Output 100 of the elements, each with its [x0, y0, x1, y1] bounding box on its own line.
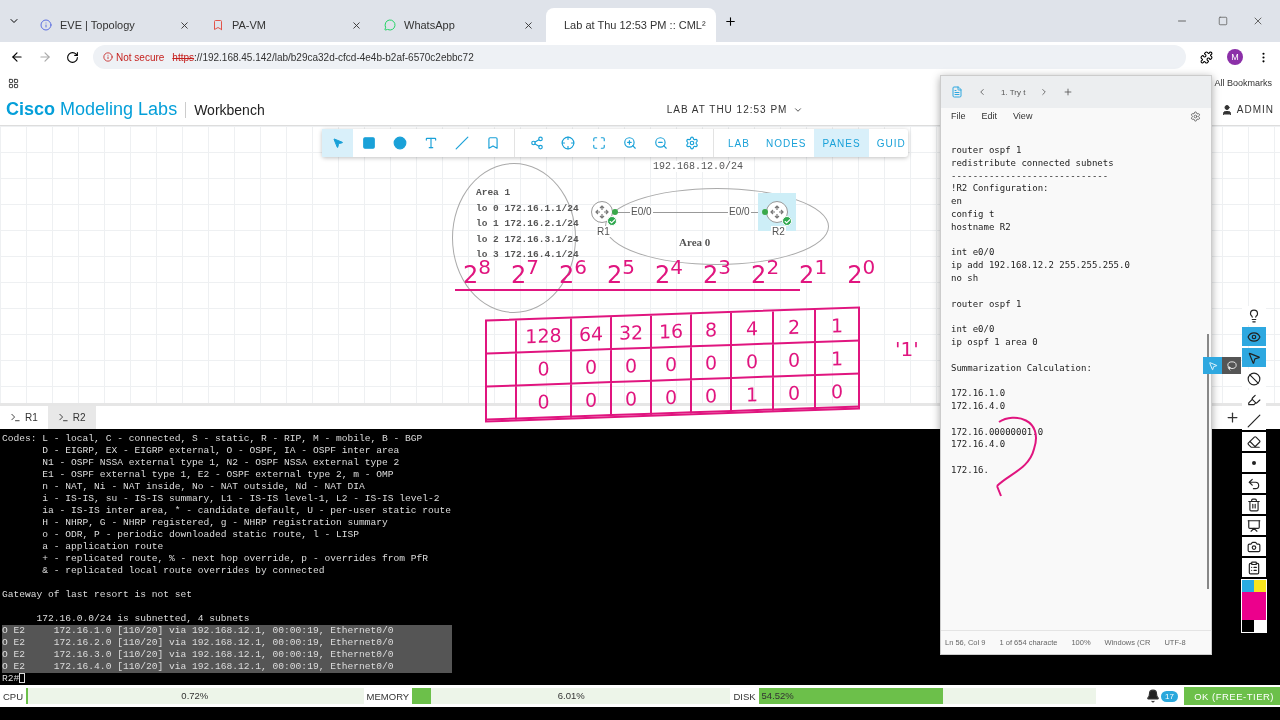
editor-line: Summarization Calculation:	[951, 361, 1093, 375]
terminal-line: E1 - OSPF external type 1, E2 - OSPF external type 2, m - OMP	[41, 469, 394, 481]
eraser-icon	[1247, 434, 1261, 449]
color-swatch[interactable]	[1242, 620, 1254, 632]
notepad-tab[interactable]: 1. Try t	[1001, 87, 1026, 97]
editor-line: config t	[951, 208, 996, 221]
undo-pen-tool[interactable]	[1242, 474, 1266, 493]
handwritten-power: 2$^{3}$	[703, 255, 732, 289]
editor-line: 172.16.1.0	[951, 387, 1007, 400]
handwritten-power: 2$^{5}$	[607, 255, 636, 289]
handwritten-bit: 0	[572, 350, 612, 385]
terminal-line: + - replicated route, % - next hop override, p - overrides from PfR	[41, 553, 429, 565]
trash-pen-tool[interactable]	[1242, 495, 1266, 514]
tab-title: PA-VM	[232, 19, 268, 31]
clipboard-pen-tool[interactable]	[1242, 558, 1266, 577]
menu-item[interactable]: View	[1013, 111, 1033, 121]
url-text: https://192.168.45.142/lab/b29ca32d-cfcd-4e4b-b2af-6570c2ebbc72	[172, 51, 474, 63]
line-icon	[454, 136, 469, 150]
crosshair-icon	[560, 136, 575, 150]
meter-label: MEMORY	[365, 690, 411, 702]
color-swatch[interactable]	[1254, 580, 1266, 592]
user-menu[interactable]: ADMIN	[1220, 103, 1274, 116]
browser-tab[interactable]: PA-VM	[202, 8, 372, 42]
pointer-pen-tool[interactable]	[1242, 348, 1266, 367]
line-icon	[1247, 413, 1261, 428]
close-icon[interactable]	[523, 19, 534, 31]
browser-tab[interactable]: Lab at Thu 12:53 PM :: CML²	[546, 8, 716, 42]
browser-tab[interactable]: EVE | Topology	[30, 8, 200, 42]
terminal-icon	[57, 412, 69, 423]
terminal-line: Codes: L - local, C - connected, S - static, R - RIP, M - mobile, B - BGP	[2, 433, 423, 445]
meter-reading: 6.01%	[556, 690, 586, 701]
tab-title: EVE | Topology	[60, 19, 136, 31]
lab-title-menu[interactable]: LAB AT THU 12:53 PM	[666, 104, 804, 115]
router-icon	[595, 205, 609, 219]
eraser-pen-tool[interactable]	[1242, 432, 1266, 451]
terminal-line: 172.16.0.0/24 is subnetted, 4 subnets	[35, 613, 250, 625]
bell-icon[interactable]	[1146, 689, 1161, 703]
undo-icon	[1247, 476, 1261, 491]
browser-tab[interactable]: WhatsApp	[374, 8, 544, 42]
previous-tab-icon[interactable]	[977, 87, 987, 97]
editor-line: router ospf 1	[951, 297, 1023, 311]
handwritten-value: 2	[774, 310, 816, 345]
reload-icon[interactable]	[66, 50, 79, 64]
close-icon[interactable]	[179, 19, 190, 31]
ellipse-icon	[392, 136, 407, 150]
settings-icon[interactable]	[1190, 110, 1201, 122]
handwritten-bit: 0	[652, 380, 692, 415]
forward-icon[interactable]	[38, 50, 52, 64]
eye-pen-tool[interactable]	[1242, 327, 1266, 346]
terminal-line: H - NHRP, G - NHRP registered, g - NHRP registration summary	[41, 517, 388, 529]
menu-item[interactable]: Edit	[981, 111, 998, 121]
handwritten-bit: 0	[517, 351, 572, 387]
menu-item[interactable]: File	[951, 111, 966, 121]
handwritten-value: 64	[572, 317, 612, 352]
handwritten-power: 2$^{2}$	[751, 255, 780, 289]
user-icon	[1220, 103, 1233, 116]
editor-line: no sh	[951, 271, 980, 285]
maximize-icon[interactable]	[1218, 16, 1228, 26]
color-swatch[interactable]	[1242, 592, 1266, 620]
handwritten-power: 2$^{0}$	[847, 255, 876, 289]
handwritten-value: 16	[652, 314, 692, 349]
zoom-out-icon	[653, 136, 668, 150]
share-icon	[529, 136, 544, 150]
site-icon	[40, 19, 52, 31]
security-chip[interactable]: Not secure	[103, 51, 165, 63]
add-console-button[interactable]	[1225, 410, 1240, 425]
cursor	[19, 673, 26, 684]
handwritten-bit: 0	[517, 384, 572, 420]
dot-pen-tool[interactable]	[1242, 453, 1266, 472]
close-icon[interactable]	[1252, 15, 1264, 27]
editor-line: -----------------------------	[951, 169, 1110, 183]
camera-pen-tool[interactable]	[1242, 537, 1266, 556]
handwritten-bit: 0	[652, 347, 692, 382]
lightbulb-icon	[1247, 308, 1261, 323]
extensions-icon[interactable]	[1200, 50, 1213, 64]
editor-line: hostname R2	[951, 220, 1012, 234]
editor-line: 172.16.	[951, 463, 990, 477]
color-swatch[interactable]	[1242, 580, 1254, 592]
console-tab[interactable]: R2	[47, 406, 96, 429]
close-icon[interactable]	[351, 19, 362, 31]
pointer-tool-button[interactable]	[322, 129, 353, 157]
board-pen-tool[interactable]	[1242, 516, 1266, 535]
editor-line: en	[951, 195, 963, 208]
fit-icon	[591, 136, 606, 150]
profile-avatar[interactable]: M	[1227, 49, 1243, 65]
back-icon[interactable]	[10, 50, 24, 64]
all-bookmarks-link[interactable]: All Bookmarks	[1214, 78, 1272, 88]
network-label: 192.168.12.0/24	[652, 161, 744, 172]
handwritten-bit: 0	[816, 374, 860, 409]
site-icon	[212, 19, 224, 31]
editor-line: !R2 Configuration:	[951, 182, 1050, 196]
lasso-option-button[interactable]	[1222, 357, 1241, 374]
new-tab-icon[interactable]	[724, 14, 737, 28]
terminal-line: i - IS-IS, su - IS-IS summary, L1 - IS-IS level-1, L2 - IS-IS level-2	[41, 493, 440, 505]
handwritten-power: 2$^{4}$	[655, 255, 684, 289]
address-bar[interactable]: Not secure https://192.168.45.142/lab/b29ca32d-cfcd-4e4b-b2af-6570c2ebbc72	[93, 45, 1186, 69]
terminal-line: N1 - OSPF NSSA external type 1, N2 - OSPF NSSA external type 2	[41, 457, 400, 469]
section-title: Workbench	[185, 101, 265, 118]
apps-icon[interactable]	[8, 77, 19, 89]
lasso-icon	[1226, 360, 1237, 371]
